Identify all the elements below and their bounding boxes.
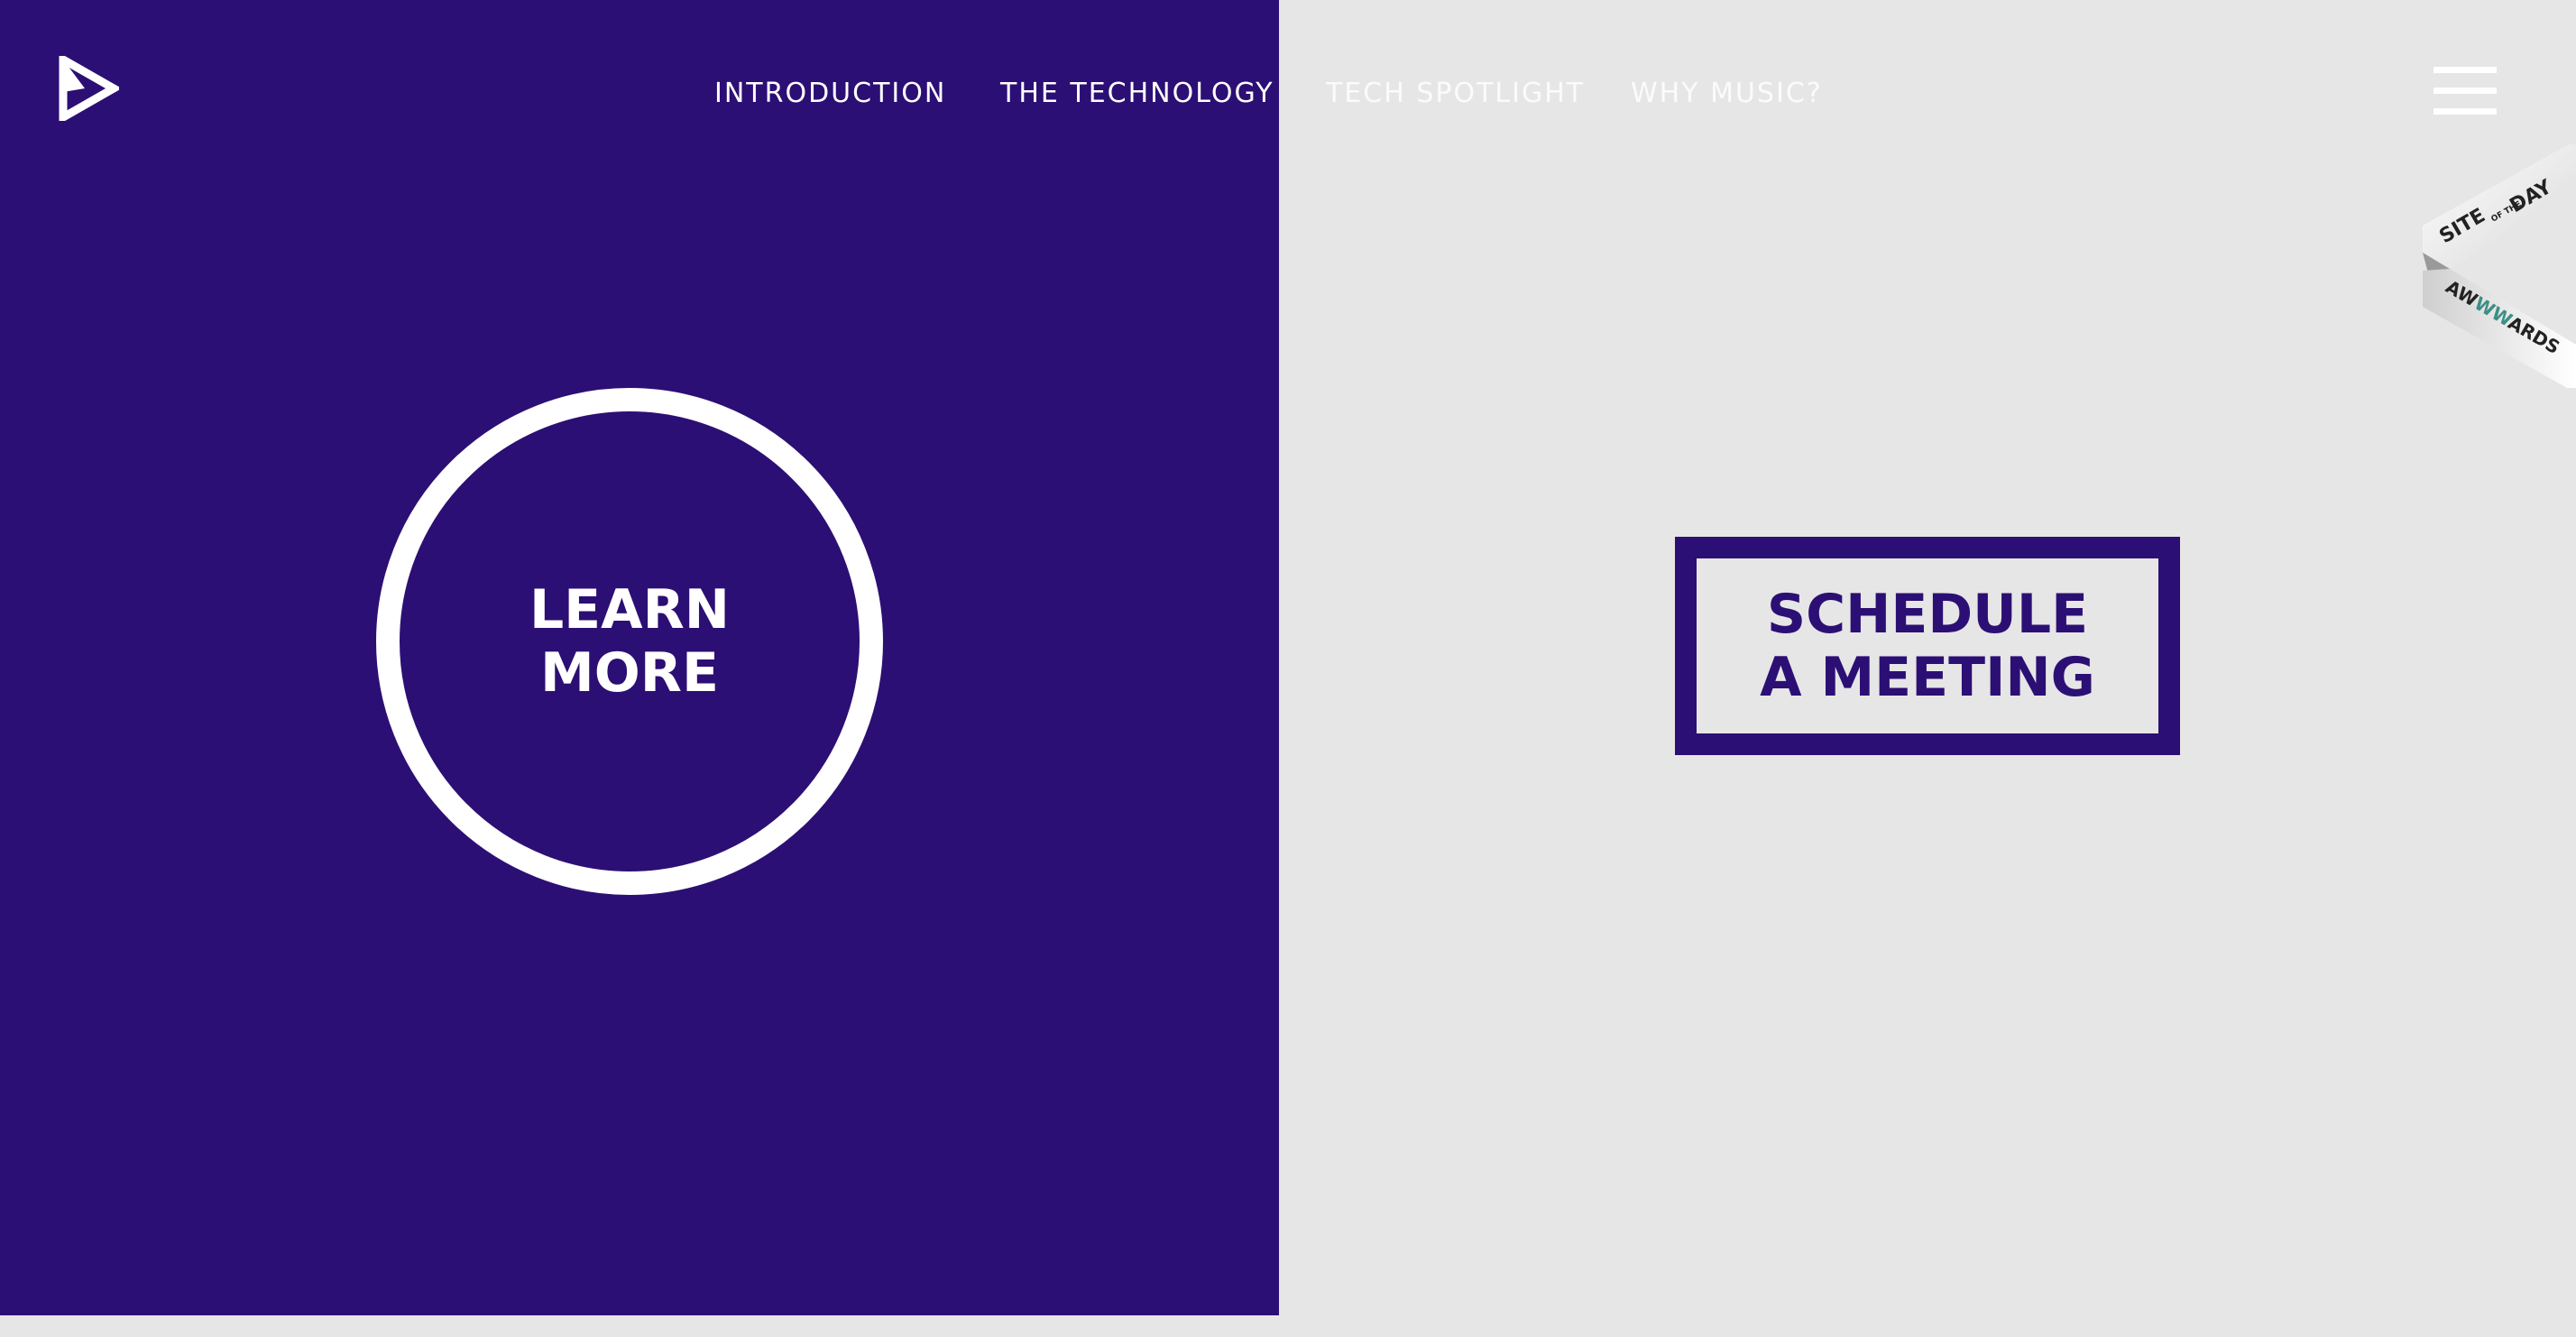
nav-item-the-technology[interactable]: THE TECHNOLOGY [1000, 72, 1274, 115]
nav-item-introduction[interactable]: INTRODUCTION [714, 72, 946, 115]
learn-more-line1: LEARN [529, 578, 731, 641]
schedule-meeting-button[interactable]: SCHEDULE A MEETING [1675, 537, 2180, 755]
page: INTRODUCTION THE TECHNOLOGY TECH SPOTLIG… [0, 0, 2576, 1337]
nav-item-why-music[interactable]: WHY MUSIC? [1631, 72, 1823, 115]
schedule-meeting-label: SCHEDULE A MEETING [1711, 583, 2144, 709]
logo-icon[interactable] [58, 52, 123, 124]
awwwards-site-of-the-day-badge[interactable]: SITE OF THE DAY AWWWARDS [2414, 135, 2576, 388]
nav-item-tech-spotlight[interactable]: TECH SPOTLIGHT [1326, 72, 1585, 115]
learn-more-line2: MORE [540, 641, 719, 705]
learn-more-label: LEARN MORE [494, 578, 765, 705]
schedule-line2: A MEETING [1760, 646, 2095, 709]
bottom-strip [0, 1315, 1279, 1337]
hamburger-menu-icon[interactable] [2433, 67, 2497, 115]
schedule-line1: SCHEDULE [1766, 583, 2089, 646]
learn-more-button[interactable]: LEARN MORE [376, 388, 883, 895]
